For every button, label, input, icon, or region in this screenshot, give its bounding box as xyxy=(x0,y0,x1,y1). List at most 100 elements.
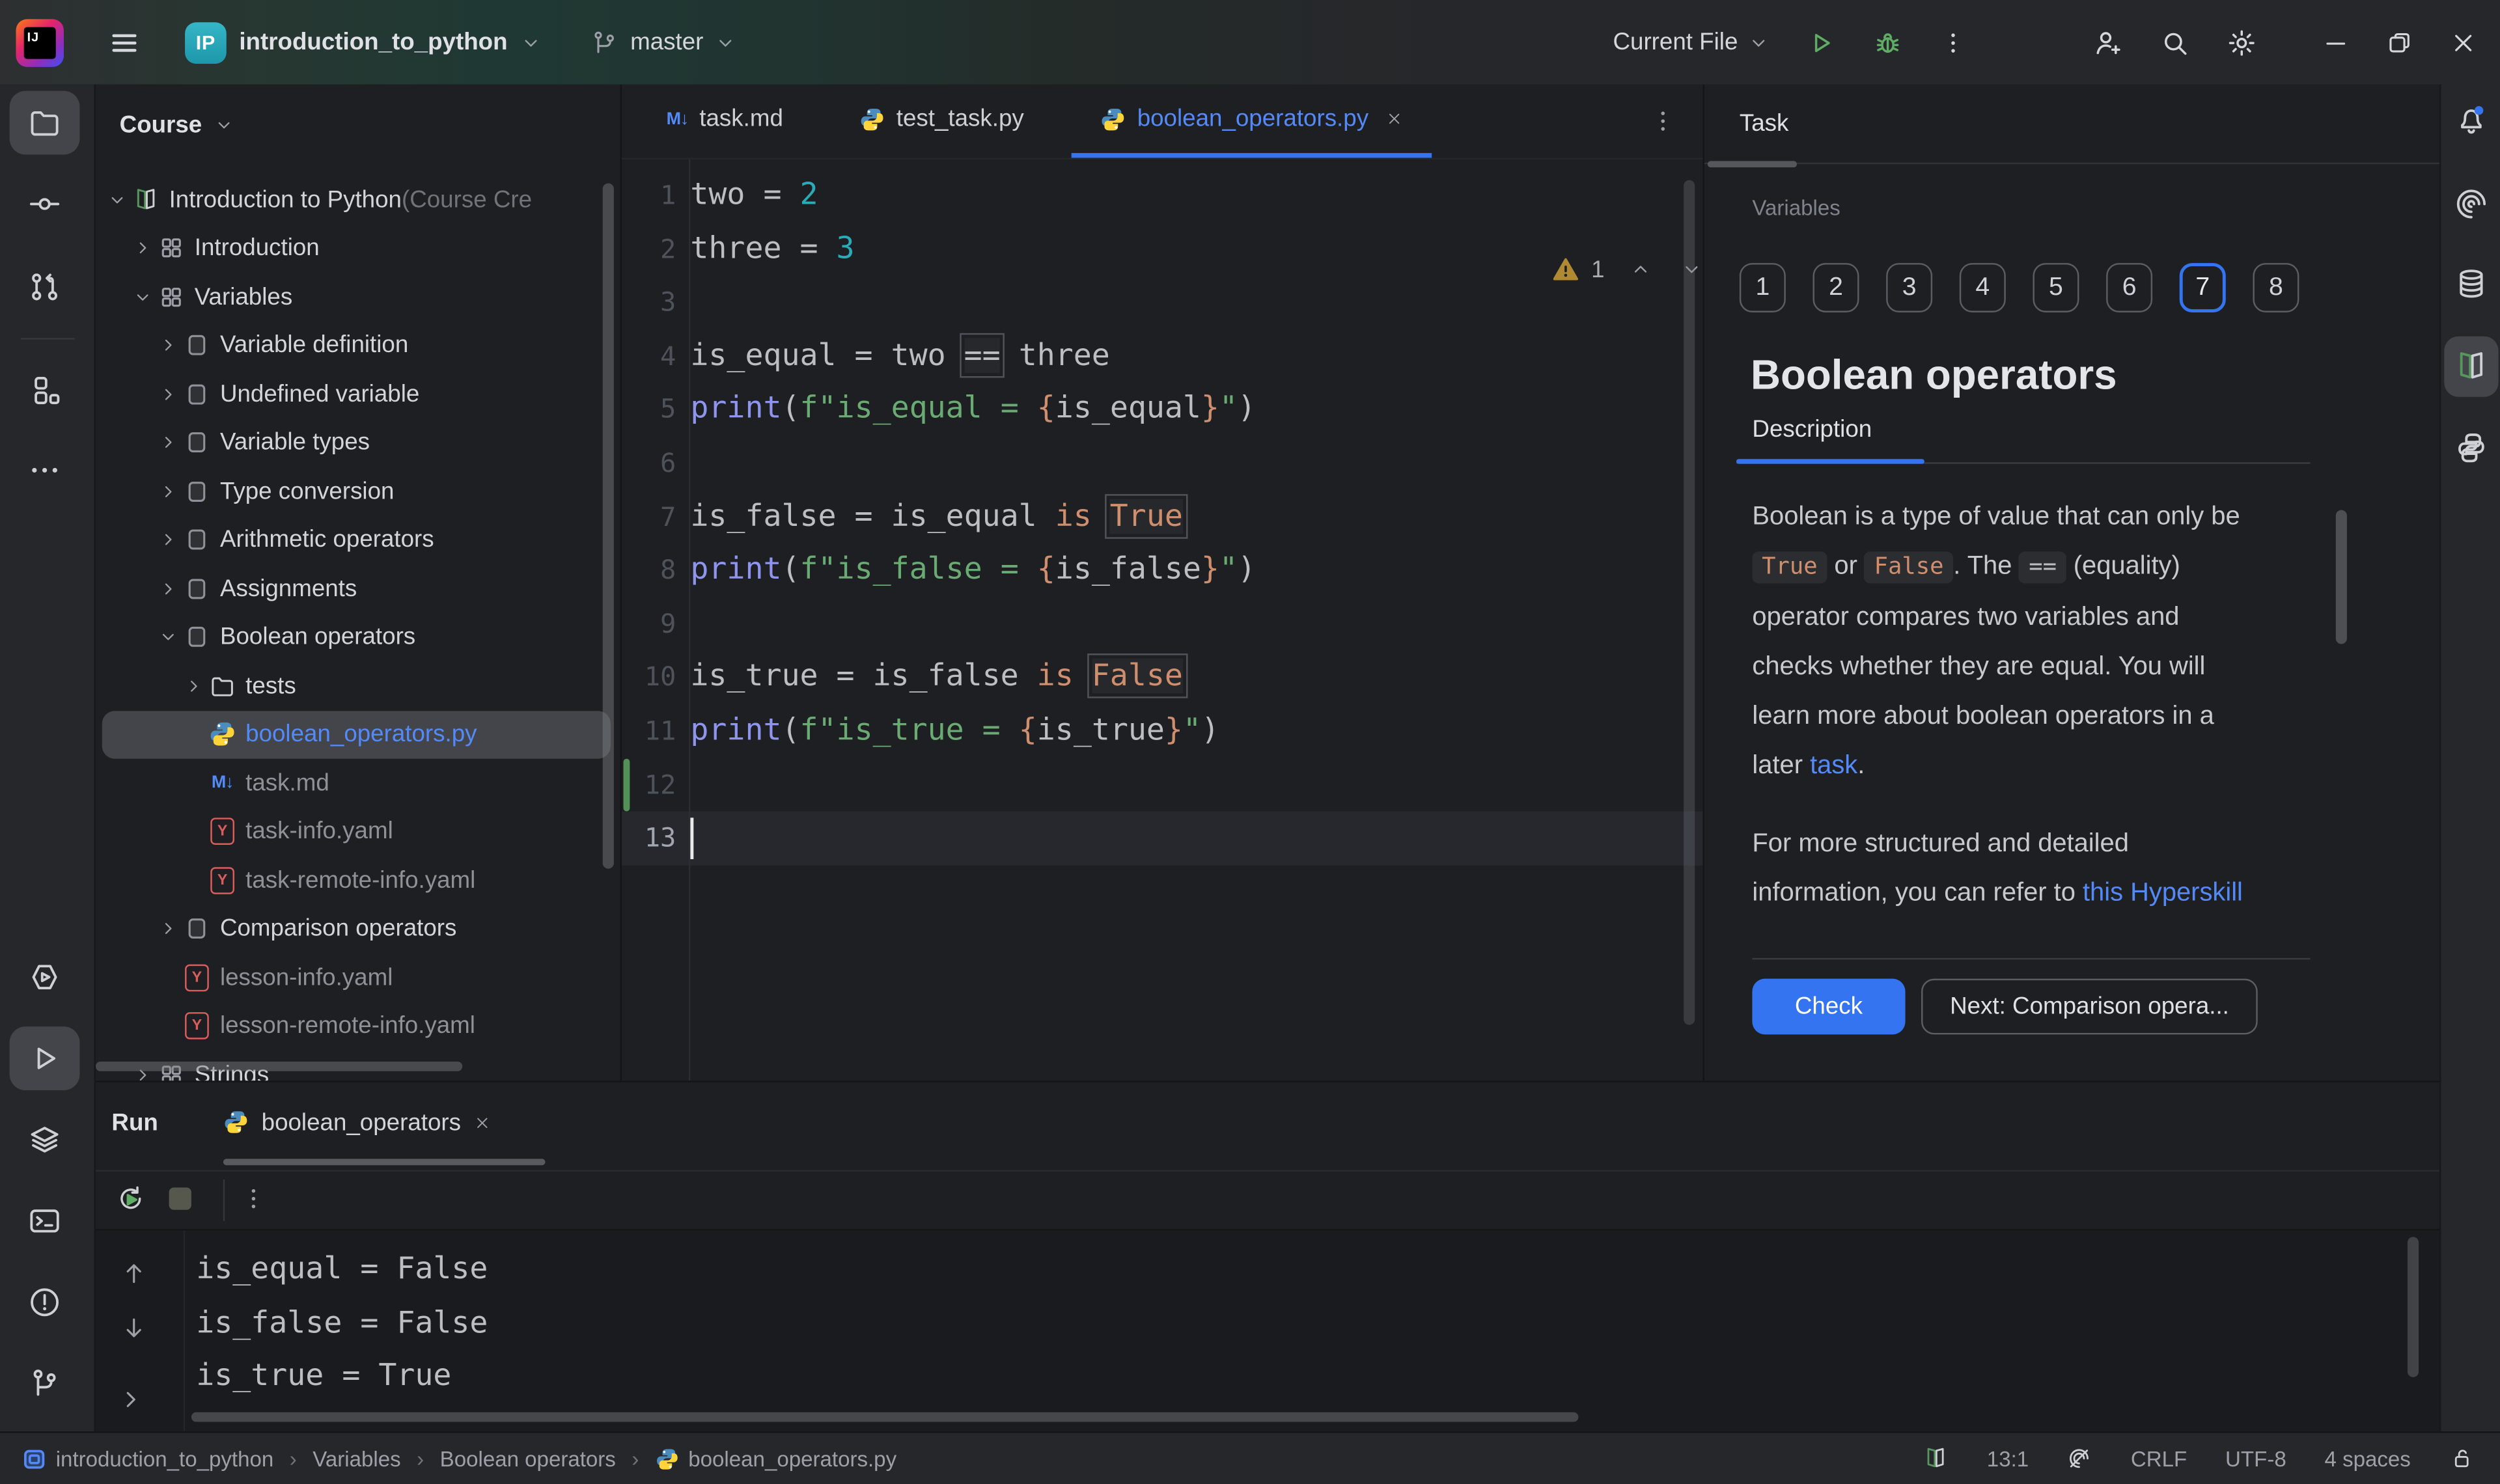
step-6[interactable]: 6 xyxy=(2106,263,2152,312)
tree-item-task-remote-info-yaml[interactable]: Ytask-remote-info.yaml xyxy=(102,856,611,905)
more-options-icon[interactable] xyxy=(239,1185,268,1213)
tool-stripe-structure[interactable] xyxy=(10,359,80,422)
rerun-button[interactable] xyxy=(115,1183,146,1215)
tree-item-introduction[interactable]: Introduction xyxy=(102,224,611,273)
console-vertical-scrollbar[interactable] xyxy=(2408,1237,2419,1377)
code-with-me-icon[interactable] xyxy=(2092,26,2124,58)
tree-item-type-conversion[interactable]: Type conversion xyxy=(102,467,611,516)
chevron-collapsed-icon[interactable] xyxy=(156,530,180,551)
breadcrumb-Variables[interactable]: Variables xyxy=(312,1446,400,1470)
tool-stripe-run-task-hexagon[interactable] xyxy=(10,945,80,1009)
tool-stripe-database[interactable] xyxy=(2444,253,2498,314)
link-task[interactable]: task xyxy=(1810,750,1857,779)
tool-stripe-services-layers[interactable] xyxy=(10,1108,80,1172)
intellij-idea-logo[interactable]: IJ xyxy=(16,18,63,66)
more-actions-icon[interactable] xyxy=(1939,28,1967,57)
course-vertical-scrollbar[interactable] xyxy=(603,184,614,869)
editor-tab-task-md[interactable]: M↓task.md xyxy=(638,85,812,158)
tree-item-variables[interactable]: Variables xyxy=(102,273,611,322)
step-5[interactable]: 5 xyxy=(2033,263,2079,312)
code-editor[interactable]: 12345678910111213 two = 2three = 3 is_eq… xyxy=(622,159,1702,1081)
breadcrumb-boolean_operators.py[interactable]: boolean_operators.py xyxy=(655,1446,896,1470)
status-line-separator[interactable]: CRLF xyxy=(2131,1446,2187,1470)
chevron-expanded-icon[interactable] xyxy=(131,286,155,307)
tool-stripe-pull-request[interactable] xyxy=(10,255,80,319)
chevron-collapsed-icon[interactable] xyxy=(131,238,155,259)
chevron-collapsed-icon[interactable] xyxy=(156,384,180,405)
tool-stripe-course-book[interactable] xyxy=(2444,337,2498,397)
status-indentation[interactable]: 4 spaces xyxy=(2324,1446,2410,1470)
step-2[interactable]: 2 xyxy=(1812,263,1859,312)
scroll-down-icon[interactable] xyxy=(120,1313,148,1342)
window-close-icon[interactable] xyxy=(2449,28,2478,57)
tool-stripe-terminal[interactable] xyxy=(10,1189,80,1253)
chevron-collapsed-icon[interactable] xyxy=(182,676,206,696)
chevron-collapsed-icon[interactable] xyxy=(156,918,180,939)
scroll-up-icon[interactable] xyxy=(120,1259,148,1288)
tool-stripe-ai-assistant-spiral[interactable] xyxy=(2444,174,2498,234)
tree-item-comparison-operators[interactable]: Comparison operators xyxy=(102,905,611,954)
console-horizontal-scrollbar[interactable] xyxy=(191,1412,1579,1422)
tree-item-boolean-operators-py[interactable]: boolean_operators.py xyxy=(102,710,611,759)
tree-item-arithmetic-operators[interactable]: Arithmetic operators xyxy=(102,515,611,564)
chevron-collapsed-icon[interactable] xyxy=(156,481,180,502)
chevron-collapsed-icon[interactable] xyxy=(156,335,180,356)
tool-stripe-project-folder[interactable] xyxy=(10,91,80,155)
tab-description[interactable]: Description xyxy=(1752,416,1872,443)
tree-item-introduction-to-python[interactable]: Introduction to Python (Course Cre xyxy=(102,175,611,224)
tool-stripe-version-control-branch[interactable] xyxy=(10,1352,80,1416)
prev-problem-icon[interactable] xyxy=(1630,258,1652,281)
stop-button[interactable] xyxy=(169,1187,191,1209)
window-minimize-icon[interactable] xyxy=(2322,28,2350,57)
next-task-button[interactable]: Next: Comparison opera... xyxy=(1921,979,2258,1035)
tool-stripe-more[interactable] xyxy=(10,438,80,502)
hamburger-menu-icon[interactable] xyxy=(109,26,141,58)
chevron-collapsed-icon[interactable] xyxy=(156,578,180,599)
search-everywhere-icon[interactable] xyxy=(2159,26,2191,58)
step-1[interactable]: 1 xyxy=(1740,263,1786,312)
editor-tab-test-task-py[interactable]: test_task.py xyxy=(831,85,1053,158)
tree-item-assignments[interactable]: Assignments xyxy=(102,564,611,613)
tool-stripe-notifications-bell[interactable] xyxy=(2444,89,2498,150)
status-reader-book[interactable] xyxy=(1923,1446,1949,1471)
tool-stripe-problems[interactable] xyxy=(10,1271,80,1334)
chevron-collapsed-icon[interactable] xyxy=(156,432,180,453)
close-tab-icon[interactable] xyxy=(1386,110,1404,128)
breadcrumb-Boolean operators[interactable]: Boolean operators xyxy=(440,1446,616,1470)
task-panel-header[interactable]: Task xyxy=(1704,85,2439,164)
tool-stripe-commit[interactable] xyxy=(10,172,80,236)
tree-item-task-info-yaml[interactable]: Ytask-info.yaml xyxy=(102,807,611,856)
step-3[interactable]: 3 xyxy=(1886,263,1932,312)
chevron-expanded-icon[interactable] xyxy=(156,627,180,648)
description-scrollbar[interactable] xyxy=(2336,510,2347,644)
run-configuration-selector[interactable]: Current File xyxy=(1613,29,1770,56)
expand-icon[interactable] xyxy=(117,1385,145,1414)
inspection-widget[interactable]: 1 xyxy=(1553,253,1702,285)
link-this-hyperskill[interactable]: this Hyperskill xyxy=(2083,878,2243,907)
tree-item-lesson-remote-info-yaml[interactable]: Ylesson-remote-info.yaml xyxy=(102,1002,611,1051)
course-horizontal-scrollbar[interactable] xyxy=(96,1062,462,1071)
breadcrumb-introduction_to_python[interactable]: introduction_to_python xyxy=(22,1446,273,1470)
project-selector[interactable]: IP introduction_to_python xyxy=(185,21,542,63)
step-7[interactable]: 7 xyxy=(2180,263,2226,312)
tree-item-tests[interactable]: tests xyxy=(102,661,611,710)
tree-item-boolean-operators[interactable]: Boolean operators xyxy=(102,613,611,662)
tab-options-icon[interactable] xyxy=(1648,107,1677,135)
run-button[interactable] xyxy=(1805,26,1837,58)
status-unlock[interactable] xyxy=(2449,1446,2475,1471)
tool-stripe-run-play[interactable] xyxy=(10,1026,80,1090)
run-tab[interactable]: boolean_operators xyxy=(207,1082,507,1162)
status-file-encoding[interactable]: UTF-8 xyxy=(2225,1446,2286,1470)
tree-item-task-md[interactable]: M↓task.md xyxy=(102,759,611,808)
status-ai-assistant-off[interactable] xyxy=(2067,1446,2092,1471)
check-button[interactable]: Check xyxy=(1752,979,1905,1035)
course-panel-header[interactable]: Course xyxy=(96,85,620,164)
close-icon[interactable] xyxy=(474,1114,492,1131)
editor-tab-boolean-operators-py[interactable]: boolean_operators.py xyxy=(1072,85,1432,158)
debug-button[interactable] xyxy=(1872,26,1904,58)
editor-vertical-scrollbar[interactable] xyxy=(1684,180,1695,1025)
tree-item-undefined-variable[interactable]: Undefined variable xyxy=(102,370,611,419)
step-4[interactable]: 4 xyxy=(1960,263,2006,312)
step-8[interactable]: 8 xyxy=(2253,263,2299,312)
tool-stripe-python-packages[interactable] xyxy=(2444,418,2498,478)
